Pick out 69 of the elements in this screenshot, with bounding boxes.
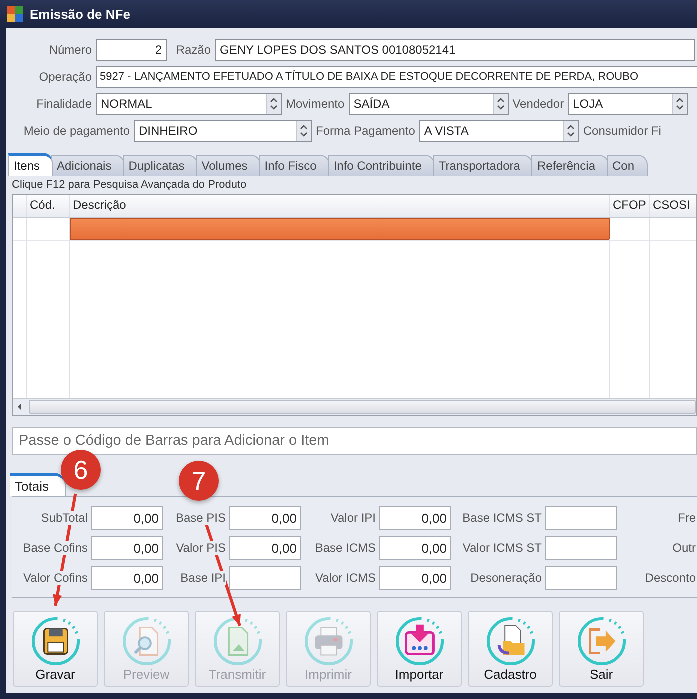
total-field[interactable] xyxy=(229,566,301,590)
total-field[interactable]: 0,00 xyxy=(91,566,163,590)
total-field[interactable]: 0,00 xyxy=(379,566,451,590)
total-field[interactable] xyxy=(545,536,617,560)
number-field[interactable]: 2 xyxy=(96,39,167,61)
dropdown[interactable]: A VISTA xyxy=(419,120,580,142)
field-label: Razão xyxy=(175,43,211,57)
document-icon xyxy=(212,616,264,667)
field-label: Forma Pagamento xyxy=(316,124,416,138)
field-label: Operação xyxy=(38,70,92,84)
exit-icon xyxy=(576,616,628,667)
tab[interactable]: Info Contribuinte xyxy=(328,155,435,176)
total-field[interactable]: 0,00 xyxy=(229,506,301,530)
tab[interactable]: Con xyxy=(606,155,648,176)
field-label: Consumidor Fi xyxy=(583,124,662,138)
tab[interactable]: Transportadora xyxy=(432,155,534,176)
spinner-icon[interactable] xyxy=(672,94,688,114)
dropdown[interactable]: SAÍDA xyxy=(348,93,509,115)
spinner-icon[interactable] xyxy=(296,121,311,141)
magnifier-icon xyxy=(120,616,172,667)
toolbar-button[interactable]: Importar xyxy=(377,611,462,687)
total-field[interactable]: 0,00 xyxy=(91,506,163,530)
toolbar-button[interactable]: Gravar xyxy=(13,611,98,687)
text-field[interactable]: 5927 - LANÇAMENTO EFETUADO A TÍTULO DE BAIXA DE ESTOQUE DECORRENTE DE PERDA, ROUBO xyxy=(96,66,697,88)
window-title: Emissão de NFe xyxy=(30,6,130,22)
total-field[interactable]: 0,00 xyxy=(91,536,163,560)
folder-icon xyxy=(484,616,536,667)
tab[interactable]: Volumes xyxy=(196,155,261,176)
field-label: Fre xyxy=(678,511,697,525)
spinner-icon[interactable] xyxy=(266,94,281,114)
scroll-thumb[interactable] xyxy=(29,400,696,414)
total-field[interactable]: 0,00 xyxy=(379,506,451,530)
barcode-field[interactable]: Passe o Código de Barras para Adicionar o Item xyxy=(12,427,697,455)
hint-text: Clique F12 para Pesquisa Avançada do Produto xyxy=(12,179,248,191)
field-label: Número xyxy=(48,43,92,57)
column-header[interactable]: Descrição xyxy=(70,195,610,217)
tab[interactable]: Totais xyxy=(10,473,66,496)
table-cell[interactable] xyxy=(70,218,610,240)
dropdown[interactable]: NORMAL xyxy=(96,93,282,115)
printer-icon xyxy=(302,616,354,667)
column-header[interactable]: CFOP xyxy=(610,195,650,217)
column-header[interactable]: Cód. xyxy=(27,195,70,217)
tab[interactable]: Duplicatas xyxy=(122,155,198,176)
total-field[interactable] xyxy=(545,506,617,530)
dropdown[interactable]: LOJA xyxy=(568,93,688,115)
tab[interactable]: Referência xyxy=(531,155,609,176)
tab[interactable]: Info Fisco xyxy=(258,155,330,176)
column-header[interactable]: CSOSI xyxy=(650,195,696,217)
import-icon xyxy=(394,616,446,667)
total-field[interactable]: 0,00 xyxy=(379,536,451,560)
field-label: Meio de pagamento xyxy=(22,124,130,138)
text-field[interactable]: GENY LOPES DOS SANTOS 00108052141 xyxy=(215,39,695,61)
dropdown[interactable]: DINHEIRO xyxy=(134,120,312,142)
spinner-icon[interactable] xyxy=(492,94,508,114)
floppy-icon xyxy=(30,616,82,667)
app-icon xyxy=(6,5,24,23)
total-field[interactable] xyxy=(545,566,617,590)
field-label: Movimento xyxy=(286,97,345,111)
field-label: Vendedor xyxy=(512,97,564,111)
toolbar-button[interactable]: Cadastro xyxy=(468,611,553,687)
toolbar-button[interactable]: Sair xyxy=(559,611,644,687)
field-label: Outr xyxy=(672,541,697,555)
field-label: Desconto xyxy=(645,571,697,585)
spinner-icon[interactable] xyxy=(563,121,578,141)
field-label: Finalidade xyxy=(36,97,92,111)
tab[interactable]: Itens xyxy=(8,153,54,176)
total-field[interactable]: 0,00 xyxy=(229,536,301,560)
scrollbar[interactable] xyxy=(13,398,696,415)
tab[interactable]: Adicionais xyxy=(51,155,125,176)
